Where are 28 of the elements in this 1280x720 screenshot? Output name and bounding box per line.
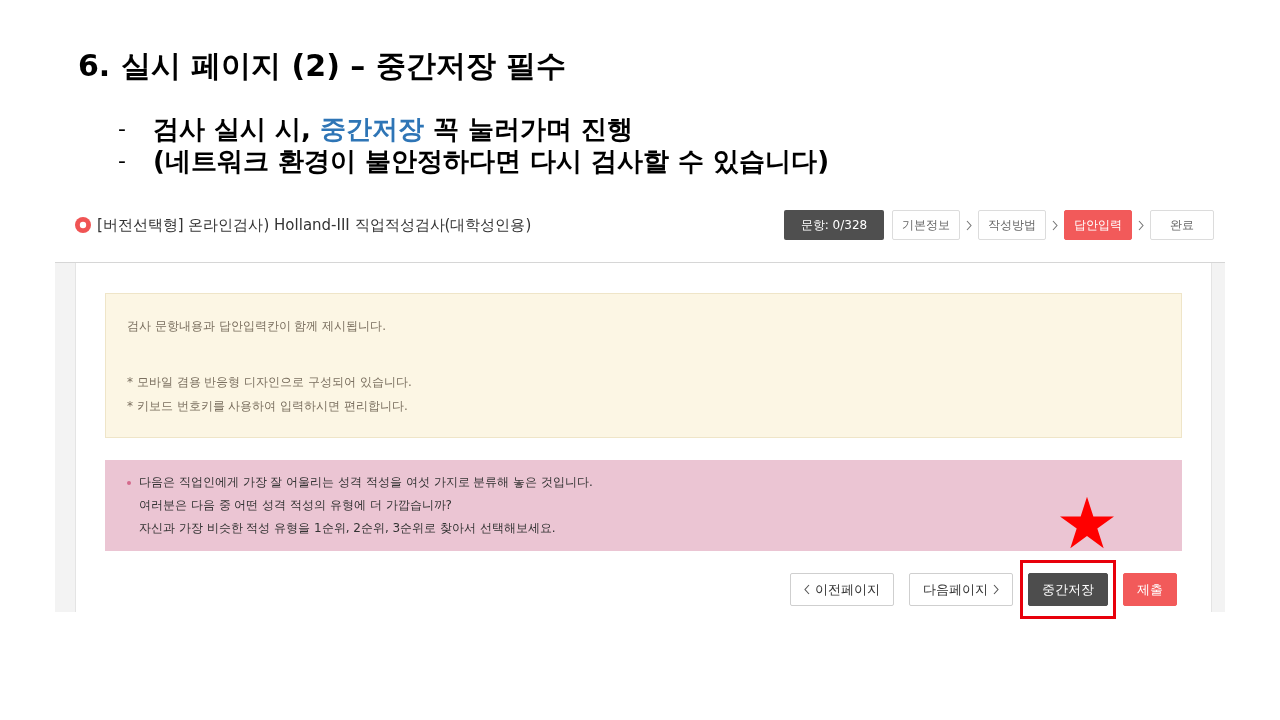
save-progress-button[interactable]: 중간저장 [1028,573,1108,606]
next-page-button[interactable]: 다음페이지 [909,573,1013,606]
previous-page-button[interactable]: 이전페이지 [790,573,894,606]
bullet-marker: - [118,147,127,175]
question-text: 여러분은 다음 중 어떤 성격 적성의 유형에 더 가깝습니까? [139,497,452,514]
question-counter: 문항: 0/328 [784,210,884,240]
notice-text: 검사 문항내용과 답안입력칸이 함께 제시됩니다. [127,318,387,335]
slide-title: 6. 실시 페이지 (2) – 중간저장 필수 [78,48,567,84]
chevron-right-icon [1052,219,1058,231]
bullet-text: (네트워크 환경이 불안정하다면 다시 검사할 수 있습니다) [153,145,830,177]
chevron-left-icon [804,584,810,595]
chevron-right-icon [1138,219,1144,231]
progress-step: 작성방법 [978,210,1046,240]
exam-title: [버전선택형] 온라인검사) Holland-III 직업적성검사(대학성인용) [97,215,532,235]
bullet-text: 검사 실시 시, 중간저장 꼭 눌러가며 진행 [153,113,634,145]
bullet-dot-icon [127,481,131,485]
question-text: 자신과 가장 비슷한 적성 유형을 1순위, 2순위, 3순위로 찾아서 선택해보세요. [139,520,556,537]
star-icon [1060,495,1114,550]
progress-step: 기본정보 [892,210,960,240]
notice-text: * 모바일 겸용 반응형 디자인으로 구성되어 있습니다. [127,374,412,391]
chevron-right-icon [966,219,972,231]
question-text: 다음은 직업인에게 가장 잘 어울리는 성격 적성을 여섯 가지로 분류해 놓은 것입니다. [139,474,593,491]
progress-step: 완료 [1150,210,1214,240]
bullet-marker: - [118,115,127,143]
chevron-right-icon [993,584,999,595]
progress-step: 답안입력 [1064,210,1132,240]
notice-text: * 키보드 번호키를 사용하여 입력하시면 편리합니다. [127,398,408,415]
ring-icon [75,217,91,233]
